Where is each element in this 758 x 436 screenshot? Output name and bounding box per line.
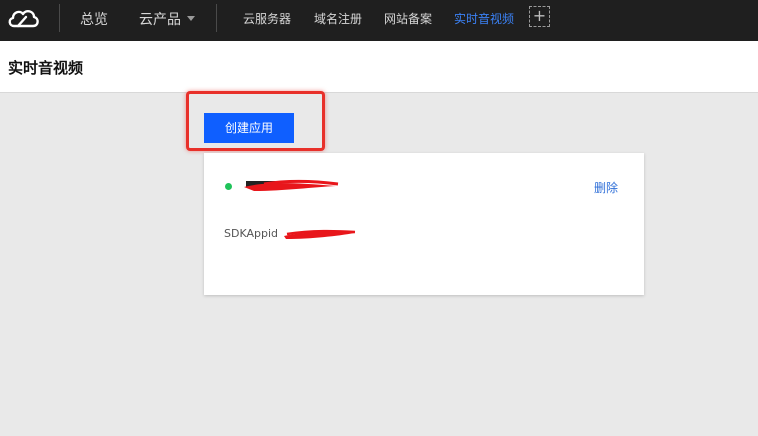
nav-products-label: 云产品 (139, 12, 181, 28)
app-name (244, 178, 339, 197)
cloud-icon[interactable] (6, 6, 40, 32)
nav-overview[interactable]: 总览 (80, 9, 108, 29)
page-title: 实时音视频 (8, 59, 84, 77)
nav-link-icp[interactable]: 网站备案 (384, 10, 432, 27)
page-header: 实时音视频 (0, 41, 758, 93)
create-app-button[interactable]: 创建应用 (204, 113, 294, 143)
caret-down-icon (187, 15, 195, 21)
sdk-appid-row: SDKAppid (224, 227, 357, 240)
nav-link-cvm[interactable]: 云服务器 (243, 10, 291, 27)
nav-link-domain[interactable]: 域名注册 (314, 10, 362, 27)
nav-divider (216, 4, 217, 32)
plus-icon[interactable]: + (529, 6, 550, 27)
nav-products-dropdown[interactable]: 云产品 (139, 9, 195, 29)
app-card: 删除 SDKAppid (204, 153, 644, 295)
sdk-appid-label: SDKAppid (224, 227, 279, 240)
delete-link[interactable]: 删除 (594, 179, 618, 196)
nav-link-trtc[interactable]: 实时音视频 (454, 10, 514, 27)
redaction-mark (283, 229, 355, 239)
redaction-mark (244, 179, 339, 191)
nav-divider (59, 4, 60, 32)
top-nav-bar: 总览 云产品 云服务器 域名注册 网站备案 实时音视频 + (0, 0, 758, 41)
status-indicator (225, 183, 232, 190)
